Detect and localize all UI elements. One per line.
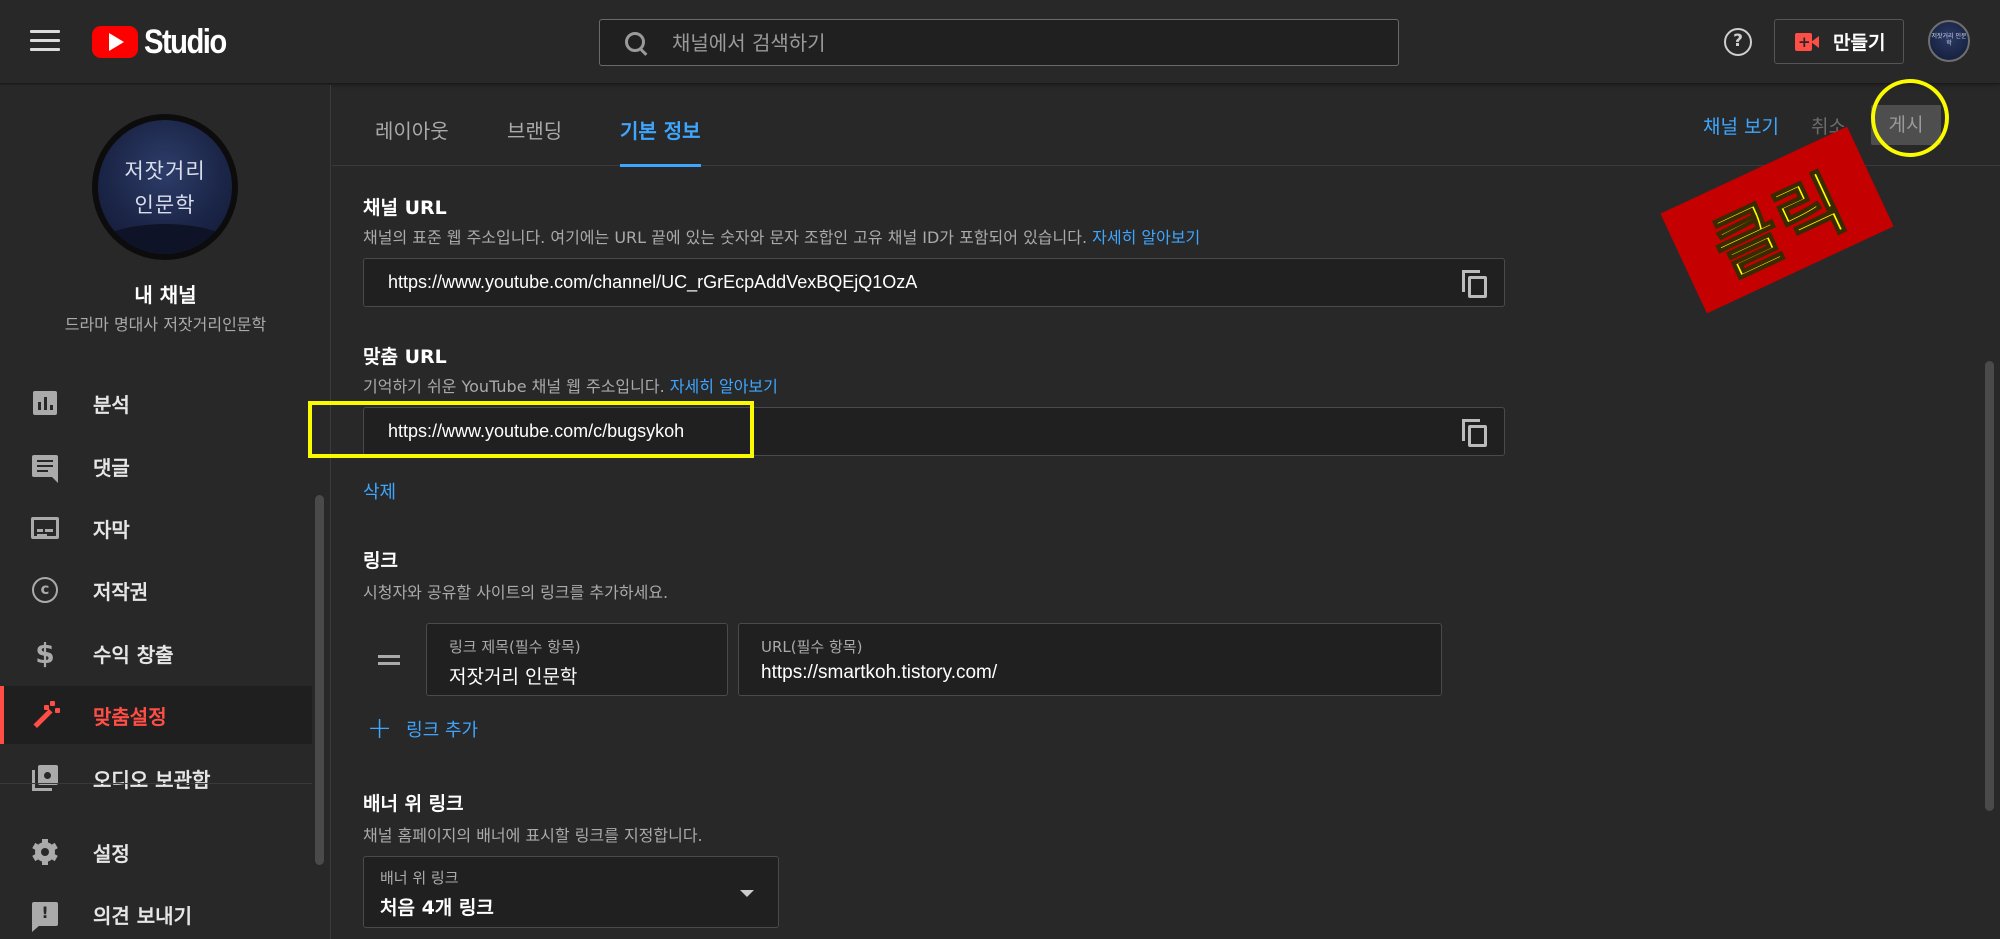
sidebar-item-copyright[interactable]: c 저작권 bbox=[0, 561, 312, 619]
custom-url-learn-more-link[interactable]: 자세히 알아보기 bbox=[670, 377, 778, 396]
sidebar-scrollbar[interactable] bbox=[315, 495, 324, 865]
sidebar-item-send-feedback[interactable]: ! 의견 보내기 bbox=[0, 885, 312, 939]
copy-icon[interactable] bbox=[1462, 270, 1488, 298]
drag-handle-icon[interactable] bbox=[378, 655, 400, 665]
link-url-field-label: URL(필수 항목) bbox=[761, 638, 863, 656]
sidebar-item-label: 의견 보내기 bbox=[93, 903, 192, 928]
top-app-bar: Studio ? + 만들기 저잣거리 인문학 bbox=[0, 0, 2000, 84]
gear-icon bbox=[30, 837, 60, 867]
channel-url-title: 채널 URL bbox=[363, 197, 447, 219]
feedback-icon: ! bbox=[30, 899, 60, 932]
sidebar-item-subtitles[interactable]: 자막 bbox=[0, 499, 312, 557]
analytics-icon bbox=[30, 388, 60, 418]
help-icon[interactable]: ? bbox=[1724, 28, 1752, 56]
sidebar-item-comments[interactable]: 댓글 bbox=[0, 437, 312, 495]
banner-links-select-label: 배너 위 링크 bbox=[380, 869, 459, 887]
add-link-label: 링크 추가 bbox=[406, 720, 479, 741]
sidebar-item-label: 저작권 bbox=[93, 579, 149, 604]
sidebar-item-label: 분석 bbox=[93, 392, 130, 417]
main-content: 레이아웃 브랜딩 기본 정보 채널 보기 취소 게시 클릭 채널 URL 채널의… bbox=[308, 79, 2000, 939]
custom-url-description: 기억하기 쉬운 YouTube 채널 웹 주소입니다. 자세히 알아보기 bbox=[363, 377, 778, 396]
sidebar-item-audio-library[interactable]: 오디오 보관함 bbox=[0, 749, 312, 807]
link-title-field-value: 저잣거리 인문학 bbox=[449, 666, 578, 688]
youtube-play-icon bbox=[92, 26, 138, 58]
comment-icon bbox=[30, 451, 60, 483]
copyright-icon: c bbox=[30, 575, 60, 605]
add-link-button[interactable]: + 링크 추가 bbox=[367, 714, 478, 744]
custom-url-title: 맞춤 URL bbox=[363, 346, 447, 368]
subtitles-icon bbox=[30, 513, 60, 543]
view-channel-link[interactable]: 채널 보기 bbox=[1703, 112, 1779, 139]
channel-avatar-line1: 저잣거리 bbox=[124, 159, 206, 183]
search-icon[interactable] bbox=[622, 29, 650, 57]
dropdown-arrow-icon bbox=[740, 890, 754, 897]
click-annotation-text: 클릭 bbox=[1699, 158, 1860, 294]
link-url-field-value: https://smartkoh.tistory.com/ bbox=[761, 662, 998, 683]
video-camera-icon: + bbox=[1795, 32, 1819, 51]
links-title: 링크 bbox=[363, 550, 398, 572]
channel-url-field[interactable]: https://www.youtube.com/channel/UC_rGrEc… bbox=[363, 258, 1505, 307]
tab-basic-info[interactable]: 기본 정보 bbox=[620, 115, 701, 167]
delete-custom-url-link[interactable]: 삭제 bbox=[363, 478, 396, 504]
channel-avatar[interactable]: 저잣거리 인문학 bbox=[92, 114, 238, 260]
youtube-studio-logo[interactable]: Studio bbox=[92, 22, 239, 62]
dollar-icon: $ bbox=[35, 636, 55, 670]
banner-links-select-value: 처음 4개 링크 bbox=[380, 897, 494, 919]
audio-library-icon bbox=[30, 763, 60, 793]
main-scrollbar[interactable] bbox=[1985, 361, 1994, 811]
custom-url-value: https://www.youtube.com/c/bugsykoh bbox=[388, 421, 685, 441]
copy-icon[interactable] bbox=[1462, 419, 1488, 447]
custom-url-field[interactable]: https://www.youtube.com/c/bugsykoh bbox=[363, 407, 1505, 456]
logo-text: Studio bbox=[144, 22, 227, 61]
links-description: 시청자와 공유할 사이트의 링크를 추가하세요. bbox=[363, 583, 669, 602]
banner-links-description: 채널 홈페이지의 배너에 표시할 링크를 지정합니다. bbox=[363, 826, 703, 845]
menu-icon[interactable] bbox=[30, 30, 60, 54]
tab-branding[interactable]: 브랜딩 bbox=[507, 115, 562, 166]
sidebar-item-label: 댓글 bbox=[93, 455, 130, 480]
sidebar-item-analytics[interactable]: 분석 bbox=[0, 374, 312, 432]
sidebar-divider bbox=[0, 783, 312, 784]
sidebar-item-customization[interactable]: 맞춤설정 bbox=[0, 686, 312, 744]
search-input[interactable] bbox=[672, 30, 1372, 55]
plus-icon: + bbox=[367, 711, 393, 746]
channel-url-description: 채널의 표준 웹 주소입니다. 여기에는 URL 끝에 있는 숫자와 문자 조합… bbox=[363, 228, 1201, 247]
channel-subtitle: 드라마 명대사 저잣거리인문학 bbox=[64, 315, 267, 334]
sidebar-item-settings[interactable]: 설정 bbox=[0, 823, 312, 881]
sidebar-item-monetization[interactable]: $ 수익 창출 bbox=[0, 624, 312, 682]
sidebar-item-label: 맞춤설정 bbox=[93, 704, 167, 729]
channel-name: 내 채널 bbox=[134, 283, 197, 307]
banner-links-select[interactable]: 배너 위 링크 처음 4개 링크 bbox=[363, 856, 779, 928]
banner-links-title: 배너 위 링크 bbox=[363, 793, 464, 815]
publish-button[interactable]: 게시 bbox=[1871, 105, 1941, 145]
channel-url-learn-more-link[interactable]: 자세히 알아보기 bbox=[1092, 228, 1200, 247]
sidebar-item-label: 설정 bbox=[93, 841, 130, 866]
tab-layout[interactable]: 레이아웃 bbox=[375, 115, 449, 166]
sidebar-item-label: 자막 bbox=[93, 517, 130, 542]
link-title-field[interactable]: 링크 제목(필수 항목) 저잣거리 인문학 bbox=[426, 623, 728, 696]
sidebar: 저잣거리 인문학 내 채널 드라마 명대사 저잣거리인문학 분석 댓글 자막 c… bbox=[0, 85, 331, 939]
magic-wand-icon bbox=[30, 700, 60, 730]
account-avatar[interactable]: 저잣거리 인문학 bbox=[1928, 20, 1970, 62]
link-title-field-label: 링크 제목(필수 항목) bbox=[449, 638, 581, 656]
sidebar-item-label: 수익 창출 bbox=[93, 642, 174, 667]
create-button-label: 만들기 bbox=[1833, 32, 1886, 54]
sidebar-item-label: 오디오 보관함 bbox=[93, 767, 211, 792]
channel-avatar-line2: 인문학 bbox=[134, 193, 196, 217]
channel-url-value: https://www.youtube.com/channel/UC_rGrEc… bbox=[388, 272, 918, 292]
link-url-field[interactable]: URL(필수 항목) https://smartkoh.tistory.com/ bbox=[738, 623, 1442, 696]
tab-bar: 레이아웃 브랜딩 기본 정보 채널 보기 취소 게시 bbox=[332, 79, 2000, 167]
create-button[interactable]: + 만들기 bbox=[1774, 19, 1904, 64]
search-bar bbox=[599, 19, 1399, 66]
